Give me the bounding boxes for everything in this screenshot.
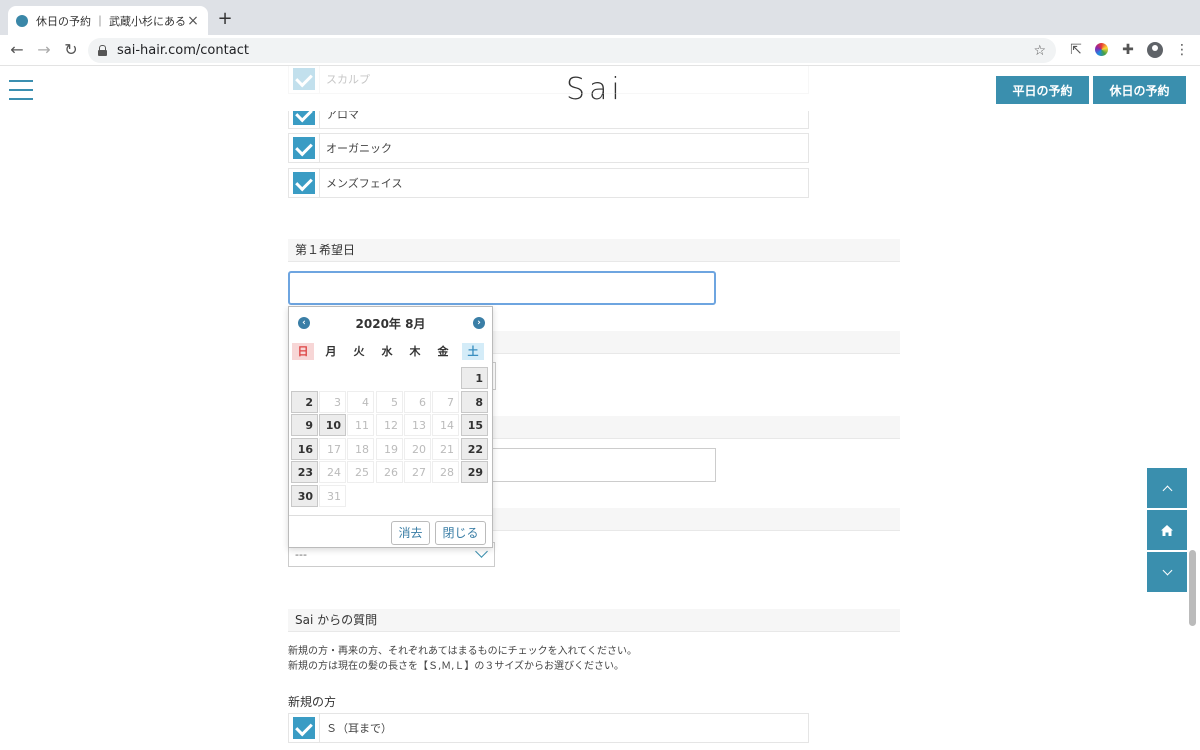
check-icon[interactable] — [293, 68, 315, 90]
kebab-icon[interactable]: ⋮ — [1172, 40, 1192, 60]
calendar-day: 18 — [347, 437, 374, 460]
option-row[interactable]: オーガニック — [288, 133, 809, 163]
new-customer-label: 新規の方 — [288, 695, 337, 709]
calendar-day[interactable]: 8 — [461, 390, 488, 413]
calendar-day[interactable]: 22 — [461, 437, 488, 460]
option-row[interactable]: メンズフェイス — [288, 168, 809, 198]
site-favicon-icon — [16, 14, 28, 27]
calendar-day: 27 — [404, 461, 431, 483]
first-date-label: 第１希望日 — [288, 239, 900, 262]
chevron-up-icon — [1162, 485, 1172, 495]
calendar-day: 11 — [347, 414, 374, 436]
calendar-day: 14 — [432, 414, 459, 436]
close-button[interactable]: 閉じる — [435, 521, 486, 545]
weekday-header: 月 — [325, 345, 337, 358]
weekday-header: 日 — [292, 343, 314, 360]
calendar-divider — [289, 515, 492, 516]
hamburger-menu-icon[interactable] — [9, 80, 33, 100]
weekday-header: 金 — [437, 345, 449, 358]
url-text[interactable]: sai-hair.com/contact — [117, 43, 1033, 58]
calendar-day: 28 — [432, 461, 459, 483]
option-label: アロマ — [326, 108, 359, 121]
weekday-reserve-button[interactable]: 平日の予約 — [996, 76, 1089, 104]
reload-icon[interactable]: ↻ — [60, 39, 82, 61]
calendar-day: 7 — [432, 390, 459, 413]
calendar-day: 5 — [376, 390, 403, 413]
scroll-up-button[interactable] — [1147, 468, 1187, 508]
calendar-day: 17 — [319, 437, 346, 460]
page-scrollbar[interactable] — [1189, 550, 1196, 626]
weekday-header: 土 — [462, 343, 484, 360]
calendar-day[interactable]: 23 — [291, 461, 318, 483]
browser-toolbar: ← → ↻ sai-hair.com/contact ☆ ⇱ ✚ ⋮ — [0, 35, 1200, 66]
calendar-month-title: 2020年 8月 — [355, 317, 426, 331]
browser-tab[interactable]: 休日の予約 ｜ 武蔵小杉にある美 × — [8, 6, 208, 35]
option-label: スカルプ — [326, 73, 370, 86]
clear-button[interactable]: 消去 — [391, 521, 430, 545]
questions-desc-1: 新規の方・再来の方、それぞれあてはまるものにチェックを入れてください。 — [288, 646, 637, 657]
calendar-day: 21 — [432, 437, 459, 460]
calendar-day[interactable]: 29 — [461, 461, 488, 483]
browser-tabbar: 休日の予約 ｜ 武蔵小杉にある美 × + — [0, 0, 1200, 35]
calendar-day: 6 — [404, 390, 431, 413]
input-field[interactable] — [488, 448, 716, 482]
chevron-down-icon — [1162, 565, 1172, 575]
weekday-header: 火 — [353, 345, 365, 358]
calendar-day: 3 — [319, 390, 346, 413]
back-arrow-icon[interactable]: ← — [6, 39, 28, 61]
weekday-header: 水 — [381, 345, 393, 358]
calendar-day[interactable]: 1 — [461, 367, 488, 389]
option-label: オーガニック — [326, 142, 392, 155]
calendar-day[interactable]: 10 — [319, 414, 346, 436]
holiday-reserve-button[interactable]: 休日の予約 — [1093, 76, 1186, 104]
color-extension-icon[interactable] — [1092, 40, 1112, 60]
puzzle-icon[interactable]: ✚ — [1118, 40, 1138, 60]
questions-title: Sai からの質問 — [288, 609, 900, 632]
option-label: メンズフェイス — [326, 177, 403, 190]
scroll-down-button[interactable] — [1147, 552, 1187, 592]
tab-close-icon[interactable]: × — [186, 13, 200, 29]
calendar-day: 26 — [376, 461, 403, 483]
page-content: Sai 平日の予約 休日の予約 スカルプ アロマ オーガニック メンズフェイス … — [0, 66, 1200, 750]
calendar-day[interactable]: 9 — [291, 414, 318, 436]
cursor-extension-icon[interactable]: ⇱ — [1066, 40, 1086, 60]
calendar-day: 31 — [319, 484, 346, 507]
questions-desc-2: 新規の方は現在の髪の長さを【Ｓ,Ｍ,Ｌ】の３サイズからお選びください。 — [288, 661, 625, 672]
weekday-header: 木 — [409, 345, 421, 358]
address-bar[interactable]: sai-hair.com/contact ☆ — [88, 38, 1056, 63]
home-icon — [1161, 524, 1173, 536]
lock-icon — [98, 45, 107, 56]
check-icon[interactable] — [293, 717, 315, 739]
calendar-day[interactable]: 16 — [291, 437, 318, 460]
calendar-day: 12 — [376, 414, 403, 436]
option-row[interactable]: Ｓ（耳まで） — [288, 713, 809, 743]
check-icon[interactable] — [293, 137, 315, 159]
check-icon[interactable] — [293, 172, 315, 194]
calendar-day[interactable]: 2 — [291, 390, 318, 413]
calendar-day: 25 — [347, 461, 374, 483]
calendar-day[interactable]: 30 — [291, 484, 318, 507]
calendar-day: 13 — [404, 414, 431, 436]
calendar-day: 20 — [404, 437, 431, 460]
date-picker: ‹ 2020年 8月 › 日月火水木金土 1 2 3 4 5 6 7 8 9 10 11 12 13 14… — [288, 306, 493, 548]
next-month-icon[interactable]: › — [473, 317, 485, 329]
star-icon[interactable]: ☆ — [1033, 43, 1046, 59]
calendar-day[interactable]: 15 — [461, 414, 488, 436]
check-icon[interactable] — [293, 111, 315, 125]
calendar-day: 4 — [347, 390, 374, 413]
forward-arrow-icon[interactable]: → — [33, 39, 55, 61]
calendar-day: 19 — [376, 437, 403, 460]
tab-title: 休日の予約 ｜ 武蔵小杉にある美 — [36, 14, 186, 28]
option-label: Ｓ（耳まで） — [326, 722, 392, 735]
home-button[interactable] — [1147, 510, 1187, 550]
first-date-input[interactable] — [288, 271, 716, 305]
profile-avatar-icon[interactable] — [1145, 40, 1165, 60]
option-row[interactable]: アロマ — [288, 108, 809, 129]
new-tab-button[interactable]: + — [216, 8, 234, 30]
calendar-day: 24 — [319, 461, 346, 483]
option-row[interactable]: スカルプ — [288, 66, 809, 94]
